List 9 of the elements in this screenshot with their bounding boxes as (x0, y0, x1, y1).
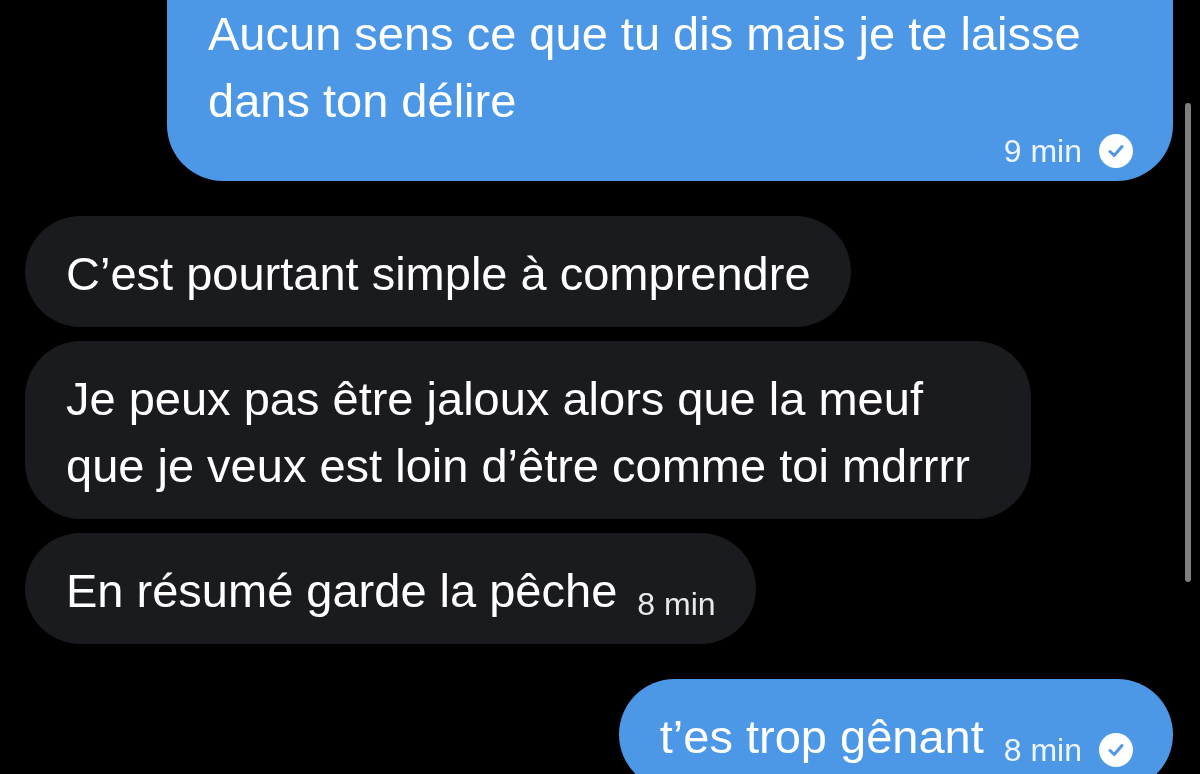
scrollbar-thumb[interactable] (1185, 103, 1191, 582)
timestamp: 8 min (637, 588, 716, 620)
timestamp: 9 min (1003, 135, 1082, 167)
message-text: Je peux pas être jaloux alors que la meuf que je veux est loin d’être comme toi mdrrrr (66, 371, 971, 494)
message-text: Aucun sens ce que tu dis mais je te laisse dans ton délire (208, 6, 1082, 129)
message-text: En résumé garde la pêche (66, 563, 618, 619)
message-text: C’est pourtant simple à comprendre (66, 246, 811, 302)
message-text: t’es trop gênant (659, 709, 984, 765)
timestamp: 8 min (1003, 734, 1082, 766)
